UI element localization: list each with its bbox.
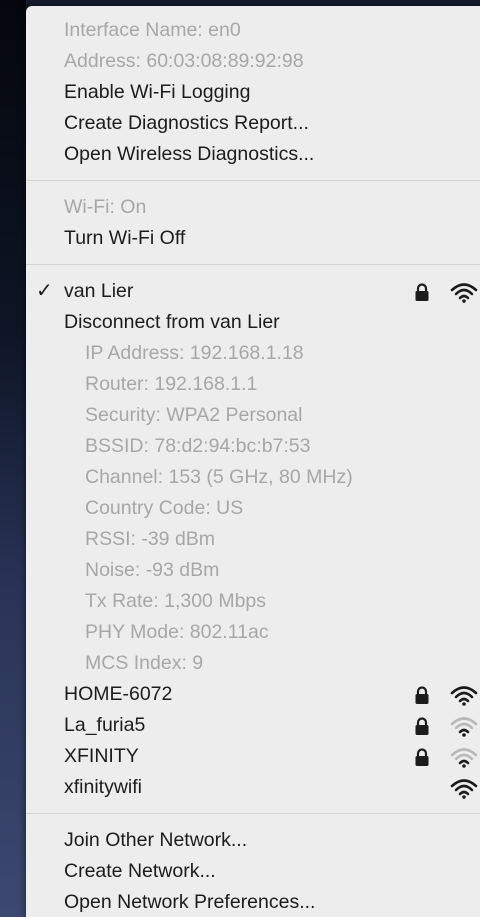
enable-wifi-logging-item[interactable]: Enable Wi-Fi Logging bbox=[26, 77, 480, 108]
wifi-signal-icon bbox=[450, 748, 478, 768]
security-item: Security: WPA2 Personal bbox=[85, 404, 303, 426]
menu-separator bbox=[26, 264, 480, 265]
network-item[interactable]: La_furia5 bbox=[26, 710, 480, 741]
network-item-van-lier[interactable]: ✓ van Lier bbox=[26, 276, 480, 307]
channel-item: Channel: 153 (5 GHz, 80 MHz) bbox=[85, 466, 353, 488]
network-name: van Lier bbox=[64, 280, 134, 302]
lock-icon bbox=[415, 717, 429, 735]
network-item[interactable]: xfinitywifi bbox=[26, 772, 480, 803]
noise-item: Noise: -93 dBm bbox=[85, 559, 220, 581]
wifi-signal-icon bbox=[450, 779, 478, 799]
turn-wifi-off-item[interactable]: Turn Wi-Fi Off bbox=[26, 223, 480, 254]
network-name: XFINITY bbox=[64, 745, 139, 767]
create-network-item[interactable]: Create Network... bbox=[26, 856, 480, 887]
wifi-status-item: Wi-Fi: On bbox=[64, 196, 147, 218]
wifi-signal-icon bbox=[450, 686, 478, 706]
mcs-index-item: MCS Index: 9 bbox=[85, 652, 204, 674]
ip-address-item: IP Address: 192.168.1.18 bbox=[85, 342, 304, 364]
join-other-network-item[interactable]: Join Other Network... bbox=[26, 825, 480, 856]
interface-name-item: Interface Name: en0 bbox=[64, 19, 241, 41]
country-code-item: Country Code: US bbox=[85, 497, 244, 519]
rssi-item: RSSI: -39 dBm bbox=[85, 528, 216, 550]
checkmark-icon: ✓ bbox=[36, 280, 53, 302]
lock-icon bbox=[415, 283, 429, 301]
wifi-signal-icon bbox=[450, 717, 478, 737]
network-item[interactable]: HOME-6072 bbox=[26, 679, 480, 710]
wifi-status-menu: Interface Name: en0 Address: 60:03:08:89… bbox=[26, 6, 480, 917]
network-name: La_furia5 bbox=[64, 714, 146, 736]
address-item: Address: 60:03:08:89:92:98 bbox=[64, 50, 304, 72]
desktop-wallpaper bbox=[0, 0, 26, 917]
network-item[interactable]: XFINITY bbox=[26, 741, 480, 772]
router-item: Router: 192.168.1.1 bbox=[85, 373, 258, 395]
open-network-preferences-item[interactable]: Open Network Preferences... bbox=[26, 887, 480, 917]
lock-icon bbox=[415, 748, 429, 766]
menu-separator bbox=[26, 180, 480, 181]
tx-rate-item: Tx Rate: 1,300 Mbps bbox=[85, 590, 267, 612]
disconnect-item[interactable]: Disconnect from van Lier bbox=[26, 307, 480, 338]
network-name: HOME-6072 bbox=[64, 683, 173, 705]
menu-separator bbox=[26, 813, 480, 814]
open-wireless-diagnostics-item[interactable]: Open Wireless Diagnostics... bbox=[26, 139, 480, 170]
phy-mode-item: PHY Mode: 802.11ac bbox=[85, 621, 269, 643]
create-diagnostics-report-item[interactable]: Create Diagnostics Report... bbox=[26, 108, 480, 139]
network-name: xfinitywifi bbox=[64, 776, 143, 798]
lock-icon bbox=[415, 686, 429, 704]
wifi-signal-icon bbox=[450, 283, 478, 303]
bssid-item: BSSID: 78:d2:94:bc:b7:53 bbox=[85, 435, 311, 457]
